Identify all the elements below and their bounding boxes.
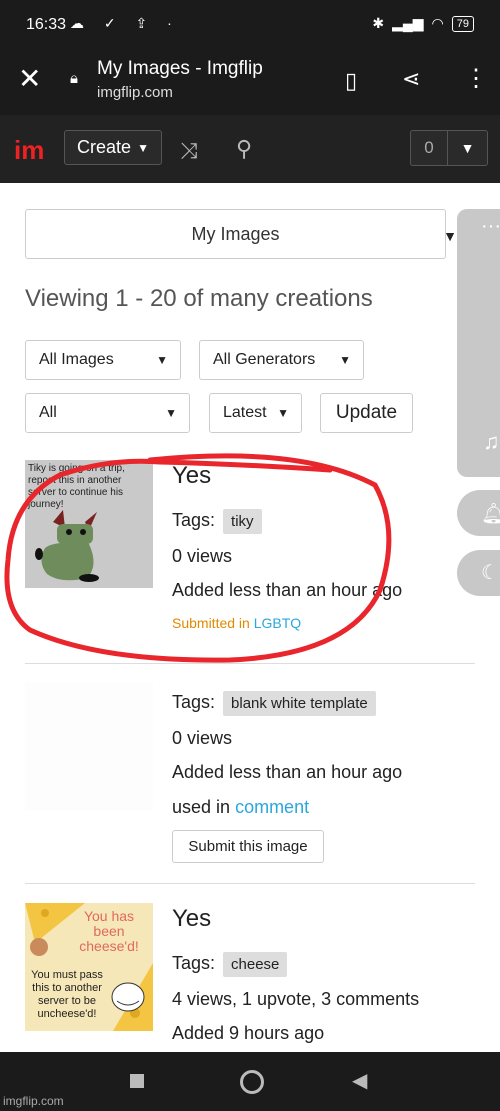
image-thumbnail[interactable] (25, 683, 153, 811)
more-dots-icon[interactable]: ··· (481, 215, 500, 238)
views-count: 4 views, 1 upvote, 3 comments (172, 989, 420, 1009)
signal-icon: ▂▄▆ (392, 15, 424, 31)
create-button[interactable]: Create ▼ (64, 130, 162, 165)
image-title[interactable]: Yes (172, 462, 211, 490)
close-icon[interactable]: ✕ (18, 64, 41, 94)
generators-filter-select[interactable]: All Generators ▼ (199, 340, 364, 380)
caret-down-icon: ▼ (443, 228, 457, 244)
bookmark-icon[interactable]: ▯ (345, 68, 357, 94)
views-count: 0 views (172, 546, 233, 566)
home-icon[interactable] (240, 1070, 264, 1094)
bell-icon: 🔔︎ (481, 503, 500, 525)
my-images-dropdown[interactable]: My Images ▼ (25, 209, 457, 259)
divider (25, 883, 475, 884)
recents-icon[interactable] (130, 1074, 144, 1088)
type-filter-select[interactable]: All ▼ (25, 393, 190, 433)
search-icon[interactable]: ⚲ (236, 136, 252, 162)
tags-label: Tags: (172, 953, 216, 973)
caret-down-icon: ▼ (156, 353, 168, 367)
used-prefix: used in (172, 797, 231, 817)
battery-icon: 79 (451, 15, 474, 32)
sort-select[interactable]: Latest ▼ (209, 393, 302, 433)
stream-link[interactable]: LGBTQ (254, 615, 301, 631)
notification-icons: ☁ ✓ ⇪ · (70, 15, 180, 31)
select-label: Latest (223, 404, 267, 421)
dropdown-label: My Images (191, 223, 280, 244)
submitted-info: Submitted in LGBTQ (172, 615, 301, 631)
viewing-count: Viewing 1 - 20 of many creations (25, 285, 373, 312)
thumbnail-caption-top: You has been cheese'd! (79, 908, 139, 954)
tiky-drawing (35, 510, 99, 582)
used-in-info: used in comment (172, 797, 309, 818)
views-count: 0 views (172, 728, 233, 748)
caret-down-icon: ▼ (137, 140, 149, 155)
update-button[interactable]: Update (320, 393, 413, 433)
added-time: Added less than an hour ago (172, 580, 403, 600)
notifications-button[interactable]: 0 ▼ (410, 130, 488, 166)
added-time: Added less than an hour ago (172, 762, 403, 782)
chevron-down-icon: ▼ (460, 140, 475, 156)
moon-icon: ☾ (481, 562, 499, 584)
browser-toolbar: ✕ 🔒︎ My Images - Imgflip imgflip.com ▯ ⋖… (0, 50, 500, 115)
thumbnail-caption-bottom: You must pass this to another server to … (31, 969, 103, 1020)
bluetooth-icon: ✱ (372, 15, 385, 31)
watermark: imgflip.com (3, 1094, 64, 1108)
tag-chip[interactable]: tiky (223, 509, 262, 534)
status-bar: 16:33 ☁ ✓ ⇪ · ✱ ▂▄▆ ◠ 79 (0, 0, 500, 50)
music-icon[interactable]: ♫ (483, 429, 500, 455)
wifi-icon: ◠ (431, 15, 444, 31)
bell-button[interactable]: 🔔︎ (457, 490, 500, 536)
tag-chip[interactable]: blank white template (223, 691, 376, 716)
lock-icon: 🔒︎ (70, 70, 78, 87)
create-label: Create (77, 137, 132, 157)
select-label: All Generators (213, 351, 316, 368)
shuffle-icon[interactable]: ⤨ (180, 138, 198, 164)
tags-label: Tags: (172, 510, 216, 530)
tags-row: Tags: blank white template (172, 691, 376, 716)
caret-down-icon: ▼ (339, 353, 351, 367)
system-icons: ✱ ▂▄▆ ◠ 79 (372, 15, 474, 32)
submitted-prefix: Submitted in (172, 615, 250, 631)
select-label: All Images (39, 351, 114, 368)
image-thumbnail[interactable]: Tiky is going on a trip, repost this in … (25, 460, 153, 588)
comment-link[interactable]: comment (235, 797, 309, 817)
clock: 16:33 (26, 16, 67, 33)
image-thumbnail[interactable]: You has been cheese'd! You must pass thi… (25, 903, 153, 1031)
tag-chip[interactable]: cheese (223, 952, 288, 977)
submit-image-button[interactable]: Submit this image (172, 830, 324, 863)
caret-down-icon: ▼ (165, 406, 177, 420)
image-title[interactable]: Yes (172, 905, 211, 933)
side-panel[interactable]: ··· ♫ (457, 209, 500, 477)
system-nav-bar: ◀ (0, 1052, 500, 1111)
back-icon[interactable]: ◀ (352, 1068, 367, 1093)
page-title: My Images - Imgflip (97, 58, 263, 79)
tags-row: Tags: cheese (172, 952, 288, 977)
select-label: All (39, 404, 57, 421)
images-filter-select[interactable]: All Images ▼ (25, 340, 181, 380)
notification-count: 0 (411, 131, 448, 165)
tags-row: Tags: tiky (172, 509, 262, 534)
caret-down-icon: ▼ (277, 406, 289, 420)
page-host: imgflip.com (97, 84, 173, 101)
more-menu-icon[interactable]: ⋮ (464, 64, 488, 93)
added-time: Added 9 hours ago (172, 1023, 325, 1043)
divider (25, 663, 475, 664)
imgflip-logo[interactable]: im (14, 135, 44, 166)
share-icon[interactable]: ⋖ (402, 66, 420, 92)
night-mode-button[interactable]: ☾ (457, 550, 500, 596)
tags-label: Tags: (172, 692, 216, 712)
